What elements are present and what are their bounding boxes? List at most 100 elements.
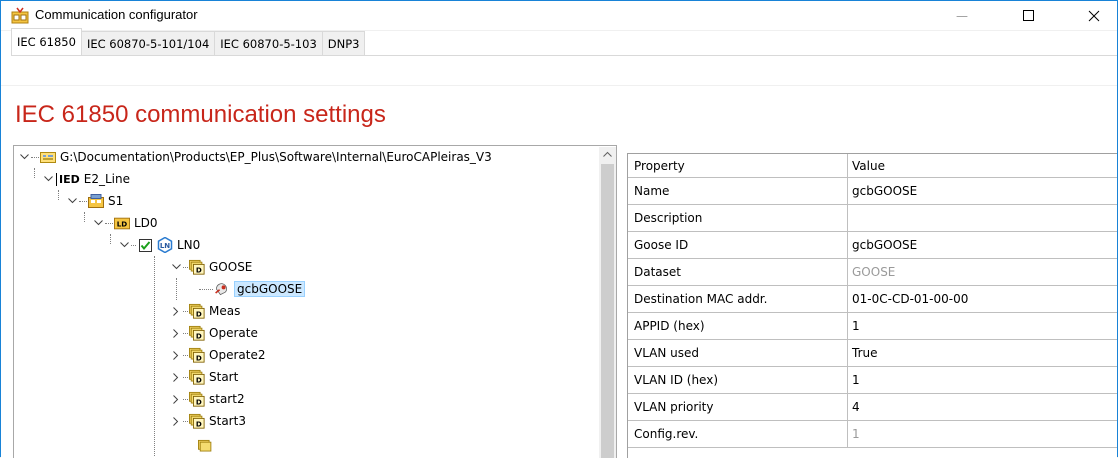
dataset-icon-text: D bbox=[196, 397, 202, 406]
dataset-icon: D bbox=[189, 413, 205, 429]
tree-node-label: LD0 bbox=[134, 216, 158, 230]
tree-node-start2[interactable]: D start2 bbox=[170, 388, 245, 410]
dataset-icon: D bbox=[189, 259, 205, 275]
property-row[interactable]: Destination MAC addr. 01-0C-CD-01-00-00 bbox=[628, 286, 1117, 313]
tree-node-label: Operate2 bbox=[209, 348, 266, 362]
property-name: Destination MAC addr. bbox=[628, 286, 848, 312]
close-icon bbox=[1088, 10, 1100, 21]
tabs-divider bbox=[11, 55, 1117, 56]
tree-node-meas[interactable]: D Meas bbox=[170, 300, 240, 322]
tab-iec60870-101-104[interactable]: IEC 60870-5-101/104 bbox=[80, 31, 216, 55]
dataset-icon: D bbox=[189, 391, 205, 407]
scroll-up-icon[interactable] bbox=[602, 149, 613, 161]
tree-scrollbar[interactable] bbox=[599, 147, 616, 458]
property-value[interactable]: gcbGOOSE bbox=[848, 178, 1117, 204]
checkbox-checked[interactable] bbox=[137, 237, 153, 253]
chevron-right-icon[interactable] bbox=[170, 327, 182, 339]
chevron-down-icon[interactable] bbox=[66, 195, 78, 207]
tree-node-operate[interactable]: D Operate bbox=[170, 322, 258, 344]
tree-node-ld0[interactable]: LD LD0 bbox=[92, 212, 158, 234]
property-row[interactable]: Dataset GOOSE bbox=[628, 259, 1117, 286]
chevron-right-icon[interactable] bbox=[170, 371, 182, 383]
scrollbar-thumb[interactable] bbox=[601, 164, 614, 458]
property-row[interactable]: Description bbox=[628, 205, 1117, 232]
project-icon bbox=[40, 149, 56, 165]
property-value[interactable]: True bbox=[848, 340, 1117, 366]
tree-node-label: S1 bbox=[108, 194, 124, 208]
property-row[interactable]: Goose ID gcbGOOSE bbox=[628, 232, 1117, 259]
column-header-value[interactable]: Value bbox=[848, 154, 1117, 177]
tree-node-operate2[interactable]: D Operate2 bbox=[170, 344, 265, 366]
tree-node-label: Start3 bbox=[209, 414, 246, 428]
property-row[interactable]: Config.rev. 1 bbox=[628, 421, 1117, 448]
tab-iec61850[interactable]: IEC 61850 bbox=[11, 28, 82, 55]
tree-dots bbox=[79, 200, 87, 202]
property-row[interactable]: Name gcbGOOSE bbox=[628, 178, 1117, 205]
chevron-down-icon[interactable] bbox=[118, 239, 130, 251]
server-icon bbox=[88, 193, 104, 209]
tree-node-root[interactable]: G:\Documentation\Products\EP_Plus\Softwa… bbox=[18, 146, 492, 168]
goose-control-block-icon bbox=[214, 281, 230, 297]
tree-node-label: gcbGOOSE bbox=[234, 281, 306, 297]
tree-node-ied[interactable]: IED E2_Line bbox=[42, 168, 130, 190]
property-name: Config.rev. bbox=[628, 421, 848, 447]
dataset-icon-text: D bbox=[196, 353, 202, 362]
tab-iec60870-103[interactable]: IEC 60870-5-103 bbox=[214, 31, 323, 55]
app-icon bbox=[11, 7, 29, 24]
logical-device-icon-text: LD bbox=[117, 219, 128, 228]
column-header-property[interactable]: Property bbox=[628, 154, 848, 177]
tree-connector bbox=[110, 234, 111, 244]
property-value[interactable] bbox=[848, 205, 1117, 231]
property-value[interactable]: gcbGOOSE bbox=[848, 232, 1117, 258]
dataset-icon-text: D bbox=[196, 375, 202, 384]
tree-view[interactable]: G:\Documentation\Products\EP_Plus\Softwa… bbox=[13, 145, 617, 458]
property-row[interactable]: APPID (hex) 1 bbox=[628, 313, 1117, 340]
property-name: VLAN ID (hex) bbox=[628, 367, 848, 393]
tree-node-start3[interactable]: D Start3 bbox=[170, 410, 246, 432]
window-title: Communication configurator bbox=[35, 7, 198, 22]
chevron-right-icon[interactable] bbox=[170, 393, 182, 405]
minimize-button[interactable]: — bbox=[939, 1, 985, 30]
chevron-right-icon[interactable] bbox=[170, 305, 182, 317]
tree-node-server[interactable]: S1 bbox=[66, 190, 123, 212]
chevron-down-icon[interactable] bbox=[42, 173, 54, 185]
chevron-down-icon[interactable] bbox=[92, 217, 104, 229]
dataset-icon: D bbox=[189, 325, 205, 341]
tree-node-gcbgoose[interactable]: gcbGOOSE bbox=[198, 278, 306, 300]
maximize-button[interactable] bbox=[1005, 1, 1051, 30]
tab-strip: IEC 61850 IEC 60870-5-101/104 IEC 60870-… bbox=[11, 28, 366, 55]
tree-node-goose[interactable]: D GOOSE bbox=[170, 256, 252, 278]
chevron-right-icon[interactable] bbox=[170, 415, 182, 427]
tree-connector bbox=[154, 256, 155, 456]
property-value[interactable]: 01-0C-CD-01-00-00 bbox=[848, 286, 1117, 312]
logical-device-icon: LD bbox=[114, 215, 130, 231]
tree-node-start[interactable]: D Start bbox=[170, 366, 238, 388]
tree-node-label: GOOSE bbox=[209, 260, 253, 274]
property-row[interactable]: VLAN used True bbox=[628, 340, 1117, 367]
property-name: VLAN priority bbox=[628, 394, 848, 420]
property-value[interactable]: 1 bbox=[848, 367, 1117, 393]
tree-dots bbox=[183, 310, 188, 312]
property-name: Description bbox=[628, 205, 848, 231]
tree-dots bbox=[105, 222, 113, 224]
maximize-icon bbox=[1022, 10, 1034, 21]
property-row[interactable]: VLAN priority 4 bbox=[628, 394, 1117, 421]
tree-dots bbox=[131, 244, 136, 246]
property-value[interactable]: 1 bbox=[848, 313, 1117, 339]
property-row[interactable]: VLAN ID (hex) 1 bbox=[628, 367, 1117, 394]
tree-node-ln0[interactable]: LN LN0 bbox=[118, 234, 200, 256]
tree-node-label: start2 bbox=[209, 392, 245, 406]
tab-dnp3[interactable]: DNP3 bbox=[321, 31, 366, 55]
tree-dots bbox=[183, 398, 188, 400]
tree-connector bbox=[34, 168, 35, 178]
chevron-down-icon[interactable] bbox=[170, 261, 182, 273]
tree-dots bbox=[183, 354, 188, 356]
tree-dots bbox=[183, 376, 188, 378]
tree-connector bbox=[58, 190, 59, 200]
property-value[interactable]: 4 bbox=[848, 394, 1117, 420]
tree-connector bbox=[176, 278, 177, 300]
close-button[interactable] bbox=[1071, 1, 1117, 30]
chevron-down-icon[interactable] bbox=[18, 151, 30, 163]
chevron-right-icon[interactable] bbox=[170, 349, 182, 361]
property-name: Name bbox=[628, 178, 848, 204]
